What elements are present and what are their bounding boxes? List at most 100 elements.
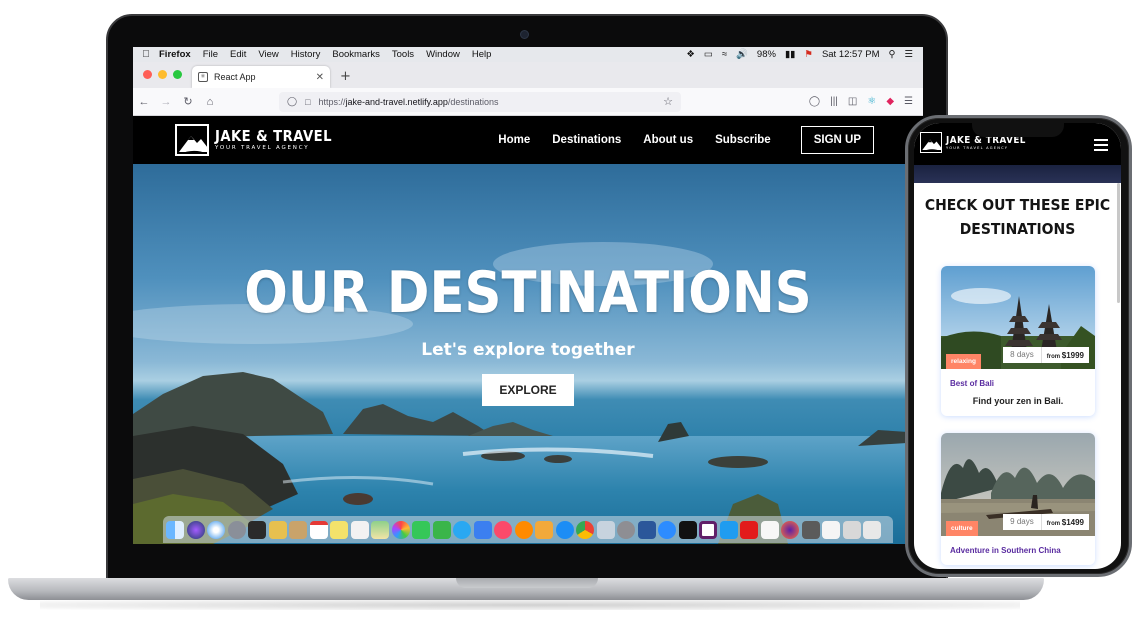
terminal-app-icon[interactable] [248,520,266,539]
safari-icon[interactable] [207,520,225,539]
books-icon[interactable] [514,520,533,539]
menu-help[interactable]: Help [472,49,492,60]
react-favicon-icon: ⚛ [198,72,208,82]
terminal-icon[interactable] [678,520,697,539]
menu-window[interactable]: Window [426,49,460,60]
card-price-label: from $1499 [1042,518,1089,527]
menu-edit[interactable]: Edit [230,49,246,60]
destination-card[interactable]: relaxing 8 days from $1999 Best of Bali … [941,266,1095,416]
sign-up-button[interactable]: SIGN UP [800,126,874,154]
numbers-icon[interactable] [432,520,451,539]
new-tab-icon[interactable]: + [330,69,351,88]
clock[interactable]: Sat 12:57 PM [822,49,880,60]
sidebar-icon[interactable]: ◫ [848,96,857,107]
airplay-icon[interactable]: ▭ [704,49,713,60]
siri-icon[interactable] [186,520,205,539]
library-icon[interactable]: ||| [830,96,838,107]
hamburger-menu-icon[interactable] [1094,139,1108,154]
keynote-icon[interactable] [473,520,492,539]
wifi-icon[interactable]: ≈ [722,49,727,60]
browser-tab[interactable]: ⚛ React App ✕ [192,66,330,88]
pocket-icon[interactable]: ◯ [809,96,820,107]
chrome-icon[interactable] [576,520,594,539]
home-icon[interactable]: ⌂ [199,96,221,108]
photos-icon[interactable] [391,520,410,539]
pages-icon[interactable] [535,520,553,539]
zoom-icon[interactable] [658,520,676,539]
reload-icon[interactable]: ↻ [177,95,199,108]
card-tag: relaxing [946,354,981,369]
vscode-icon[interactable] [719,520,738,539]
control-center-icon[interactable]: ☰ [904,49,913,60]
card-price-prefix: from [1046,353,1061,360]
hero-title: OUR DESTINATIONS [244,260,812,326]
document-icon[interactable] [822,520,840,539]
hero-section: OUR DESTINATIONS Let's explore together … [133,164,923,544]
notes-app-icon[interactable] [268,520,287,539]
maps-icon[interactable] [371,520,389,539]
mobile-hero-strip [914,165,1121,183]
dropbox-icon[interactable]: ❖ [686,49,695,60]
word-icon[interactable] [637,520,656,539]
mobile-scrollbar[interactable] [1117,183,1120,303]
minimize-window-button[interactable] [158,70,167,79]
url-bar[interactable]: ◯ □ https://jake-and-travel.netlify.app/… [279,91,681,112]
nav-home[interactable]: Home [498,134,530,146]
extension-icon[interactable]: ◆ [886,96,894,107]
battery-percent[interactable]: 98% [757,49,776,60]
nav-destinations[interactable]: Destinations [552,134,621,146]
finder-icon[interactable] [166,520,184,539]
url-text[interactable]: https://jake-and-travel.netlify.app/dest… [319,97,499,107]
close-window-button[interactable] [143,70,152,79]
shield-icon[interactable]: ◯ [287,96,297,107]
menu-app-name[interactable]: Firefox [159,49,191,60]
card-price-label: from $1999 [1042,351,1089,360]
facetime-icon[interactable] [412,520,430,539]
forward-icon[interactable]: → [155,96,177,108]
spotlight-search-icon[interactable]: ⚲ [889,49,896,60]
textedit-icon[interactable] [760,520,779,539]
slack-icon[interactable] [699,520,717,539]
close-tab-icon[interactable]: ✕ [316,72,324,83]
card-price-prefix: from [1046,520,1061,527]
bookmark-star-icon[interactable]: ☆ [663,95,673,108]
reminders-icon[interactable] [350,520,369,539]
battery-icon[interactable]: ▮▮ [785,49,795,60]
laptop-notch [456,578,598,588]
site-logo[interactable]: JAKE & TRAVEL YOUR TRAVEL AGENCY [175,124,348,156]
menu-history[interactable]: History [291,49,321,60]
music-icon[interactable] [494,520,512,539]
flag-icon[interactable]: ⚑ [804,49,813,60]
zoom-window-button[interactable] [173,70,182,79]
app-store-icon[interactable] [555,520,574,539]
preview-icon[interactable] [596,520,615,539]
downloads-icon[interactable] [842,520,861,539]
destination-card[interactable]: culture 9 days from $1499 Adventure in S… [941,433,1095,565]
phone-notch [972,123,1064,137]
menu-icon[interactable]: ☰ [904,96,913,107]
acrobat-icon[interactable] [740,520,758,539]
nav-subscribe[interactable]: Subscribe [715,134,771,146]
calendar-icon[interactable] [309,520,328,539]
phone-screen: JAKE & TRAVEL YOUR TRAVEL AGENCY CHECK O… [914,123,1121,569]
firefox-icon[interactable] [781,520,799,539]
volume-icon[interactable]: 🔊 [736,49,748,60]
launchpad-icon[interactable] [227,520,246,539]
menu-bookmarks[interactable]: Bookmarks [332,49,380,60]
react-devtools-icon[interactable]: ⚛ [867,96,876,107]
messages-icon[interactable] [453,520,471,539]
menu-view[interactable]: View [258,49,278,60]
system-preferences-icon[interactable] [617,520,635,539]
nav-about-us[interactable]: About us [643,134,693,146]
screenshot-icon[interactable] [801,520,820,539]
trash-icon[interactable] [863,520,881,539]
mobile-logo-subtitle: YOUR TRAVEL AGENCY [946,145,1009,150]
apple-icon[interactable]:  [133,49,159,60]
contacts-icon[interactable] [289,520,307,539]
stickies-icon[interactable] [330,520,348,539]
lock-icon[interactable]: □ [305,97,310,107]
back-icon[interactable]: ← [133,96,155,108]
menu-file[interactable]: File [203,49,218,60]
menu-tools[interactable]: Tools [392,49,414,60]
explore-button[interactable]: EXPLORE [482,374,574,406]
